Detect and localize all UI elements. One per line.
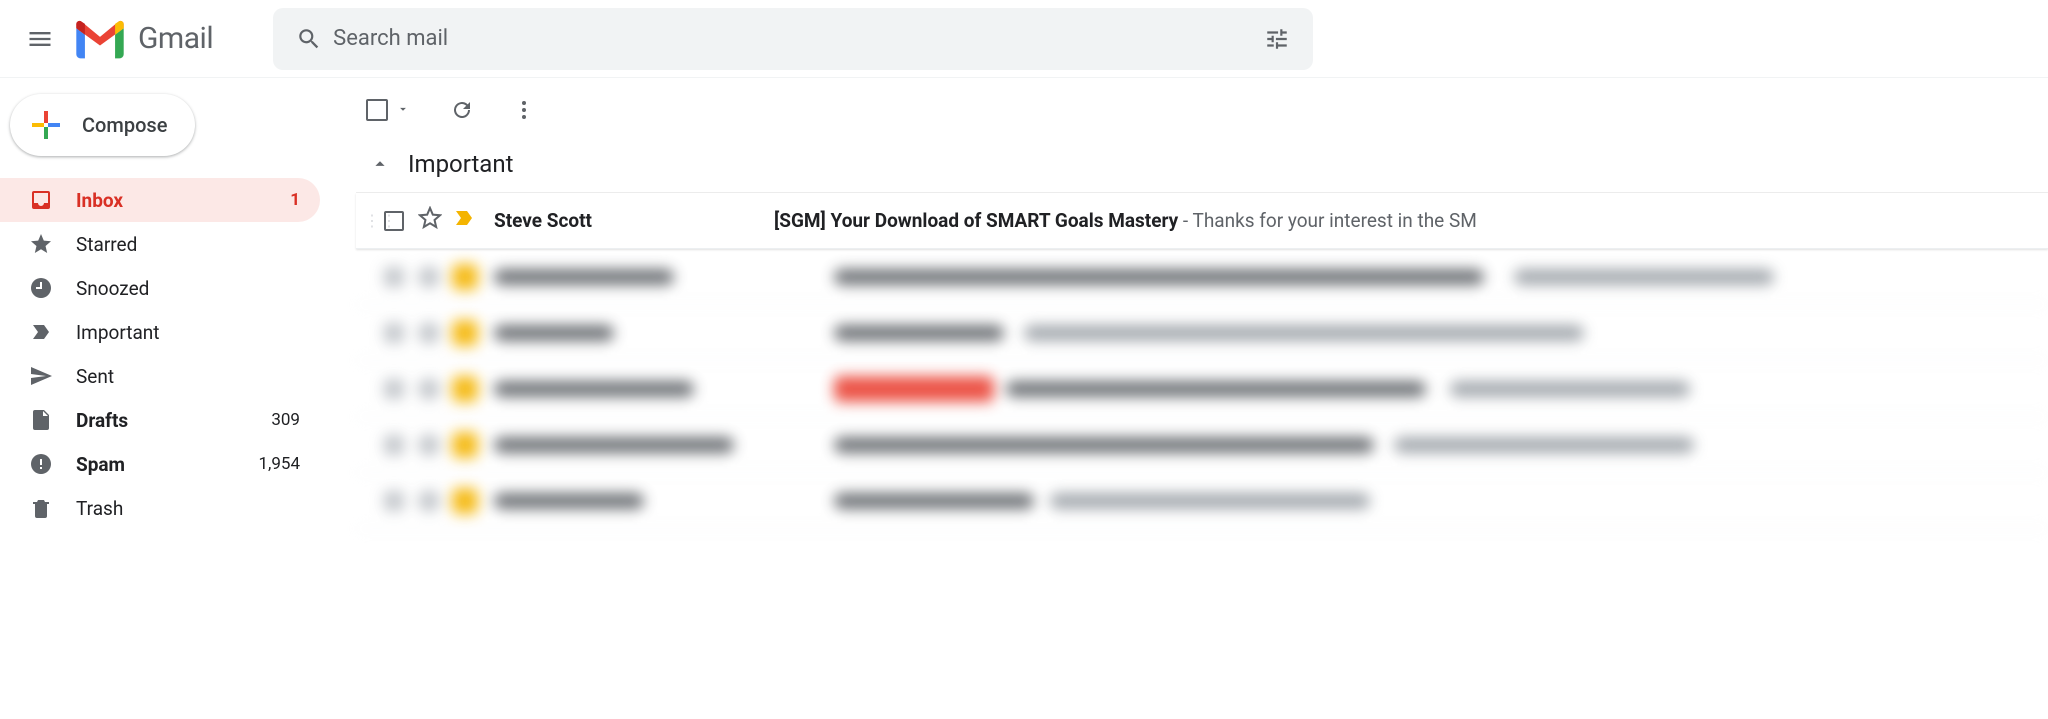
sidebar-item-starred[interactable]: Starred (0, 222, 320, 266)
sidebar-nav: Inbox 1 Starred Snoozed Important Sent (0, 178, 320, 530)
trash-icon (28, 495, 54, 521)
more-button[interactable] (502, 88, 546, 132)
sidebar-item-inbox[interactable]: Inbox 1 (0, 178, 320, 222)
search-bar[interactable] (273, 8, 1313, 70)
sidebar-item-count: 309 (271, 410, 300, 430)
sent-icon (28, 363, 54, 389)
spam-icon (28, 451, 54, 477)
gmail-logo[interactable]: Gmail (72, 17, 213, 61)
mail-sender: Steve Scott (494, 209, 774, 232)
select-all-checkbox[interactable] (366, 99, 388, 121)
mail-toolbar (356, 78, 2048, 142)
mail-snippet: - Thanks for your interest in the SM (1178, 209, 1477, 232)
collapse-section-button[interactable] (366, 150, 394, 178)
select-all-group[interactable] (366, 99, 410, 121)
clock-icon (28, 275, 54, 301)
sidebar-item-label: Spam (76, 453, 258, 476)
refresh-icon (450, 98, 474, 122)
hamburger-icon (26, 25, 54, 53)
important-icon (28, 319, 54, 345)
tune-icon (1264, 26, 1290, 52)
app-name: Gmail (138, 21, 213, 56)
more-vert-icon (512, 98, 536, 122)
sidebar-item-important[interactable]: Important (0, 310, 320, 354)
refresh-button[interactable] (440, 88, 484, 132)
search-options-button[interactable] (1253, 15, 1301, 63)
search-icon[interactable] (285, 15, 333, 63)
sidebar: Compose Inbox 1 Starred Snoozed Importan… (0, 78, 320, 719)
important-filled-icon (452, 206, 476, 230)
mail-subject: [SGM] Your Download of SMART Goals Maste… (774, 209, 1178, 232)
main-pane: Important ⋮⋮ Steve Scott [SGM] Your Down… (320, 78, 2048, 719)
section-title: Important (408, 150, 513, 178)
mail-subject-line: [SGM] Your Download of SMART Goals Maste… (774, 209, 1477, 232)
sidebar-item-label: Drafts (76, 409, 271, 432)
row-checkbox[interactable] (384, 211, 404, 231)
sidebar-item-label: Snoozed (76, 277, 300, 300)
section-header: Important (356, 142, 2048, 193)
mail-row-redacted (356, 417, 2048, 473)
drag-handle-icon[interactable]: ⋮⋮ (364, 211, 380, 230)
main-menu-button[interactable] (16, 15, 64, 63)
important-marker[interactable] (452, 206, 494, 235)
mail-list: ⋮⋮ Steve Scott [SGM] Your Download of SM… (356, 193, 2048, 529)
header: Gmail (0, 0, 2048, 78)
sidebar-item-label: Important (76, 321, 300, 344)
mail-row-redacted (356, 473, 2048, 529)
compose-plus-icon (28, 107, 64, 143)
sidebar-item-label: Sent (76, 365, 300, 388)
inbox-icon (28, 187, 54, 213)
caret-down-icon (396, 102, 410, 116)
mail-row-redacted (356, 361, 2048, 417)
drafts-icon (28, 407, 54, 433)
sidebar-item-spam[interactable]: Spam 1,954 (0, 442, 320, 486)
chevron-up-icon (369, 153, 391, 175)
sidebar-item-sent[interactable]: Sent (0, 354, 320, 398)
star-icon (28, 231, 54, 257)
mail-row-redacted (356, 305, 2048, 361)
mail-row-redacted (356, 249, 2048, 305)
sidebar-item-count: 1 (290, 190, 300, 210)
sidebar-item-trash[interactable]: Trash (0, 486, 320, 530)
sidebar-item-count: 1,954 (258, 454, 300, 474)
compose-button[interactable]: Compose (10, 94, 195, 156)
sidebar-item-label: Trash (76, 497, 300, 520)
sidebar-item-label: Inbox (76, 189, 290, 212)
compose-label: Compose (82, 113, 167, 137)
sidebar-item-snoozed[interactable]: Snoozed (0, 266, 320, 310)
sidebar-item-label: Starred (76, 233, 300, 256)
search-input[interactable] (333, 26, 1253, 51)
select-all-dropdown[interactable] (392, 101, 410, 120)
sidebar-item-drafts[interactable]: Drafts 309 (0, 398, 320, 442)
star-outline-icon (418, 206, 442, 230)
gmail-m-icon (72, 17, 128, 61)
star-button[interactable] (418, 206, 452, 235)
mail-row[interactable]: ⋮⋮ Steve Scott [SGM] Your Download of SM… (356, 193, 2048, 249)
